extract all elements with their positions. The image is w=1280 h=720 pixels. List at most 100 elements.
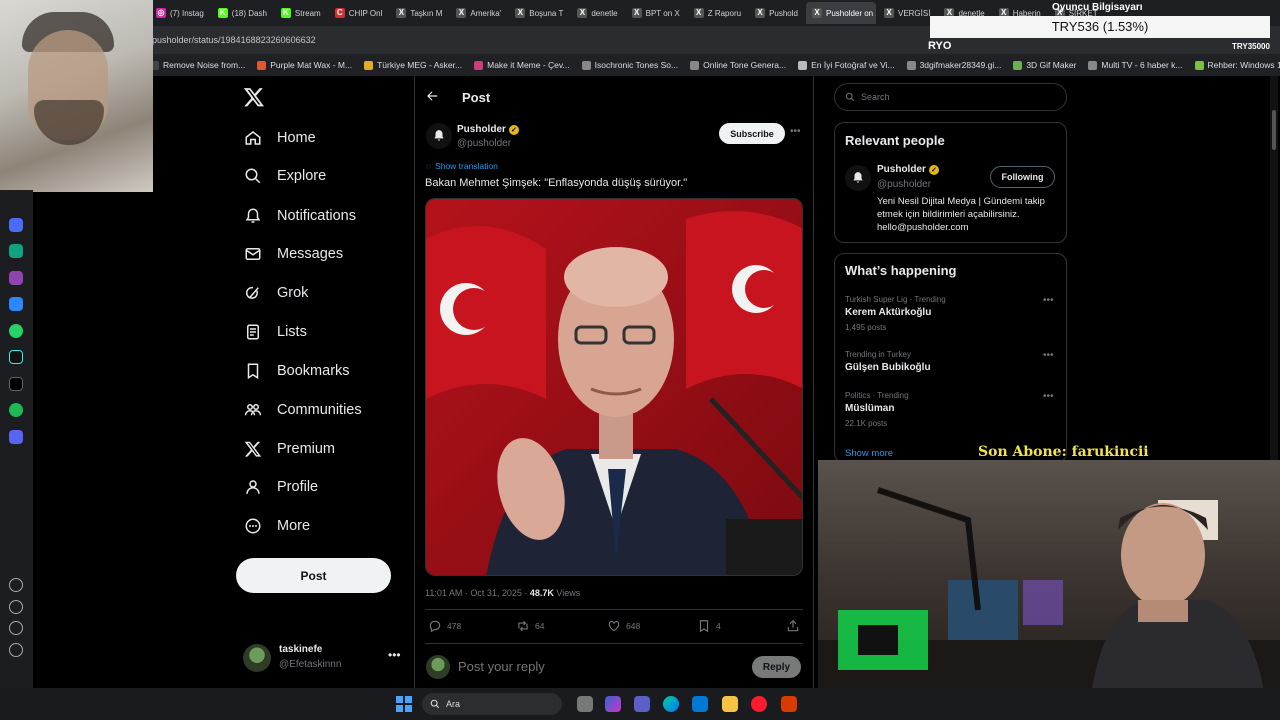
trend-more-icon[interactable]: ••• [1043,295,1054,306]
post-more-icon[interactable]: ••• [790,126,801,137]
browser-tab[interactable]: ◎ (7) Instag [150,2,210,24]
nav-item-messages[interactable]: Messages [243,242,343,266]
bookmark-label[interactable]: Türkiye MEG - Asker... [377,60,462,70]
nav-item-premium[interactable]: Premium [243,437,335,461]
browser-tab-label[interactable]: Taşkın M [410,9,442,18]
reply-input[interactable] [458,659,718,674]
browser-tab[interactable]: X Boşuna T [509,2,569,24]
opera-icon[interactable] [751,696,767,712]
like-action[interactable]: 648 [607,619,640,633]
post-image[interactable] [425,198,803,576]
browser-tab-label[interactable]: (18) Dash [232,9,267,18]
bookmark-item[interactable]: 3D Gif Maker [1013,60,1076,70]
bookmark-label[interactable]: Isochronic Tones So... [595,60,678,70]
taskbar-search[interactable]: Ara [422,693,562,715]
bookmark-item[interactable]: Multi TV - 6 haber k... [1088,60,1183,70]
browser-tab[interactable]: K Stream [275,2,327,24]
browser-tab-label[interactable]: Amerika' [470,9,501,18]
browser-tab[interactable]: X BPT on X [626,2,686,24]
search-placeholder[interactable]: Search [861,92,890,102]
browser-tab[interactable]: X VERGİSİ [878,2,936,24]
relevant-person-handle[interactable]: @pusholder [877,179,931,190]
account-handle[interactable]: @Efetaskinnn [279,659,341,670]
browser-tab-label[interactable]: BPT on X [646,9,680,18]
browser-tab-label[interactable]: Boşuna T [529,9,563,18]
bookmark-label[interactable]: Rehber: Windows 1... [1208,60,1280,70]
browser-tab-label[interactable]: Pusholder on X [826,9,876,18]
bookmark-item[interactable]: Remove Noise from... [150,60,245,70]
account-avatar[interactable] [243,644,271,672]
nav-item-label[interactable]: Notifications [277,208,356,224]
browser-tab-label[interactable]: Stream [295,9,321,18]
relevant-person-name[interactable]: Pusholder ✓ [877,164,939,175]
office-icon[interactable] [781,696,797,712]
bookmark-label[interactable]: Multi TV - 6 haber k... [1101,60,1182,70]
browser-tab-label[interactable]: CHIP Onl [349,9,383,18]
relevant-person-avatar[interactable] [845,165,871,191]
nav-item-communities[interactable]: Communities [243,398,362,422]
reply-button[interactable]: Reply [752,656,801,678]
dock-chat-icon[interactable] [9,244,23,258]
lightbulb-icon[interactable] [9,643,23,657]
nav-item-notifications[interactable]: Notifications [243,204,356,228]
following-button[interactable]: Following [990,166,1055,188]
browser-tab-label[interactable]: denetle [591,9,617,18]
bookmark-label[interactable]: 3D Gif Maker [1026,60,1076,70]
x-icon[interactable] [9,377,23,391]
bookmark-action[interactable]: 4 [697,619,721,633]
bookmark-label[interactable]: 3dgifmaker28349.gi... [920,60,1002,70]
bookmark-label[interactable]: En İyi Fotoğraf ve Vi... [811,60,894,70]
browser-tab[interactable]: Xdenetle [571,2,623,24]
author-avatar[interactable] [426,123,452,149]
subscribe-button[interactable]: Subscribe [719,123,785,144]
nav-item-label[interactable]: Profile [277,479,318,495]
browser-tab[interactable]: X Pusholder on X [805,2,876,24]
store-icon[interactable] [692,696,708,712]
trend-name[interactable]: Müslüman [845,403,894,414]
show-translation-label[interactable]: Show translation [435,161,498,171]
browser-tab[interactable]: X Pushold [749,2,804,24]
edge-icon[interactable] [663,696,679,712]
messenger-icon[interactable] [9,297,23,311]
bookmark-label[interactable]: Online Tone Genera... [703,60,786,70]
browser-tab-label[interactable]: Z Raporu [708,9,741,18]
browser-tab[interactable]: K (18) Dash [212,2,273,24]
nav-item-home[interactable]: Home [243,126,316,150]
nav-item-label[interactable]: Premium [277,441,335,457]
back-arrow-icon[interactable] [425,89,439,106]
spotify-icon[interactable] [9,403,23,417]
x-logo-icon[interactable] [243,86,265,108]
trend-more-icon[interactable]: ••• [1043,350,1054,361]
nav-item-lists[interactable]: Lists [243,320,307,344]
bookmark-item[interactable]: 3dgifmaker28349.gi... [906,60,1002,70]
bookmark-item[interactable]: Make it Meme - Çev... [474,60,570,70]
history-icon[interactable] [9,600,23,614]
nav-item-more[interactable]: More [243,514,310,538]
bookmark-item[interactable]: Türkiye MEG - Asker... [364,60,462,70]
nav-item-label[interactable]: Grok [277,285,308,301]
post-time[interactable]: 11:01 AM · Oct 31, 2025 · [425,588,530,598]
search-input[interactable]: Search [834,83,1067,111]
browser-tab[interactable]: X Taşkın M [390,2,448,24]
nav-item-label[interactable]: More [277,518,310,534]
bookmark-item[interactable]: En İyi Fotoğraf ve Vi... [798,60,895,70]
task-view-icon[interactable] [577,696,593,712]
share-action[interactable] [786,619,800,633]
browser-tab-label[interactable]: VERGİSİ [898,9,930,18]
show-translation-link[interactable]: ◌ Show translation [426,161,498,171]
account-more-icon[interactable]: ••• [388,648,401,662]
browser-tab[interactable]: X Amerika' [450,2,507,24]
heart-icon[interactable] [9,578,23,592]
scrollbar-thumb[interactable] [1272,110,1276,150]
bookmark-label[interactable]: Purple Mat Wax - M... [270,60,352,70]
bookmark-item[interactable]: Online Tone Genera... [690,60,786,70]
bookmark-item[interactable]: Isochronic Tones So... [581,60,678,70]
browser-tab[interactable]: X Z Raporu [688,2,747,24]
tiktok-icon[interactable] [9,350,23,364]
bookmark-label[interactable]: Make it Meme - Çev... [487,60,570,70]
nav-item-label[interactable]: Bookmarks [277,363,350,379]
reply-action[interactable]: 478 [428,619,461,633]
nav-item-profile[interactable]: Profile [243,475,318,499]
nav-item-label[interactable]: Home [277,130,316,146]
nav-item-label[interactable]: Communities [277,402,362,418]
